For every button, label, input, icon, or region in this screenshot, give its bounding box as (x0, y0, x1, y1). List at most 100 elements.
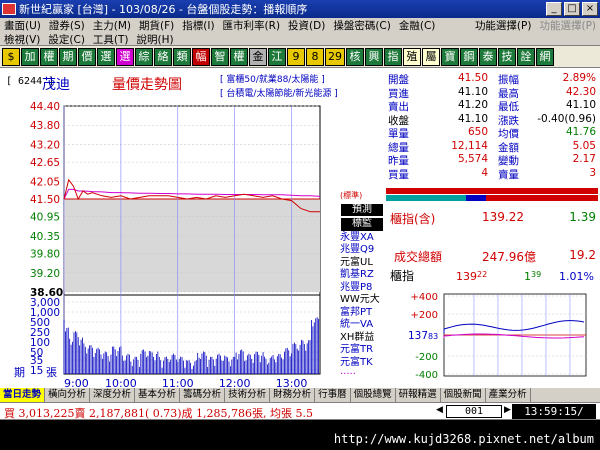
tab-10[interactable]: 個股新聞 (441, 388, 486, 402)
menu-item-9[interactable]: 功能選擇(P) (471, 18, 536, 33)
toolbar-button-9[interactable]: 類 (173, 47, 191, 66)
broker-item[interactable]: 凱基RZ (340, 269, 384, 282)
toolbar-button-17[interactable]: 29 (325, 47, 345, 66)
toolbar-button-20[interactable]: 指 (384, 47, 402, 66)
broker-item[interactable]: 元富TK (340, 357, 384, 370)
tab-11[interactable]: 產業分析 (486, 388, 531, 402)
menu2-item-1[interactable]: 設定(C) (44, 32, 89, 47)
broker-item[interactable]: ····· (340, 369, 384, 382)
tab-9[interactable]: 研報精選 (396, 388, 441, 402)
menu-item-8[interactable]: 金融(C) (395, 18, 440, 33)
toolbar-button-10[interactable]: 幅 (192, 47, 210, 66)
broker-item[interactable]: 元富TR (340, 344, 384, 357)
turnover-value: 247.96億 (482, 250, 536, 264)
toolbar-button-5[interactable]: 選 (97, 47, 115, 66)
menu-item-1[interactable]: 證券(S) (45, 18, 89, 33)
menu2-item-0[interactable]: 檢視(V) (0, 32, 44, 47)
page-number[interactable]: 001 (446, 405, 502, 418)
toolbar-button-22[interactable]: 屬 (422, 47, 440, 66)
quote-value: 41.10 (457, 85, 488, 98)
menu-item-2[interactable]: 主力(M) (89, 18, 135, 33)
toolbar-button-14[interactable]: 江 (268, 47, 286, 66)
toolbar-button-21[interactable]: 殖 (403, 47, 421, 66)
tab-6[interactable]: 財務分析 (270, 388, 316, 402)
toolbar-button-25[interactable]: 泰 (479, 47, 497, 66)
otc-index-change: 1.39 (569, 210, 596, 224)
stock-name[interactable]: 茂迪 (42, 74, 70, 94)
menu2-item-3[interactable]: 說明(H) (133, 32, 178, 47)
price-volume-chart[interactable]: 44.40 43.80 43.20 42.65 42.05 41.50 40.95 40.35… (2, 102, 384, 388)
minimize-button[interactable]: _ (546, 2, 562, 16)
toolbar-button-8[interactable]: 絡 (154, 47, 172, 66)
sector-tags-2[interactable]: [ 台積電/太陽節能/新光能源 ] (220, 86, 338, 99)
below-ref-fill (64, 199, 320, 292)
toolbar-button-2[interactable]: 權 (40, 47, 58, 66)
toolbar-button-13[interactable]: 金 (249, 47, 267, 66)
toolbar-button-15[interactable]: 9 (287, 47, 305, 66)
maximize-button[interactable]: □ (564, 2, 580, 16)
toolbar-button-6[interactable]: 選 (116, 47, 134, 66)
quote-row: 收盤 41.10 漲跌 -0.40(0.96) (388, 113, 596, 127)
tab-2[interactable]: 深度分析 (90, 388, 136, 402)
menu-item-7[interactable]: 操盤密碼(C) (329, 18, 395, 33)
toolbar-button-0[interactable]: $ (2, 47, 20, 66)
broker-item[interactable]: 統一VA (340, 319, 384, 332)
price-tick-label: 40.35 (30, 231, 60, 243)
quote-value: 41.76 (565, 126, 596, 138)
volume-tick-label: 15 (30, 365, 43, 377)
close-button[interactable]: × (582, 2, 598, 16)
quote-value: 42.30 (565, 85, 596, 98)
page-left-icon[interactable]: ◀ (436, 405, 443, 415)
menu-item-0[interactable]: 畫面(U) (0, 18, 45, 33)
broker-item[interactable]: XH群益 (340, 332, 384, 345)
toolbar-button-4[interactable]: 價 (78, 47, 96, 66)
bid-ask-bar (386, 188, 598, 201)
tab-4[interactable]: 籌碼分析 (180, 388, 226, 402)
turnover-label: 成交總額 (394, 250, 443, 264)
toolbar-button-11[interactable]: 智 (211, 47, 229, 66)
menu-item-10[interactable]: 功能選擇(P) (535, 18, 600, 33)
price-tick-label: 42.65 (30, 157, 60, 169)
broker-item[interactable]: 元富UL (340, 257, 384, 270)
menu-item-3[interactable]: 期貨(F) (135, 18, 178, 33)
broker-item[interactable]: WW元大 (340, 294, 384, 307)
page-right-icon[interactable]: ▶ (504, 405, 511, 415)
tab-3[interactable]: 基本分析 (135, 388, 181, 402)
monitor-box[interactable]: 標監 (340, 217, 384, 232)
toolbar-button-1[interactable]: 加 (21, 47, 39, 66)
tab-8[interactable]: 個股總覽 (351, 388, 396, 402)
otc-index-mini-chart[interactable]: 櫃指 13922 139 1.01%+400+200-200-40013783 (386, 268, 598, 388)
tab-7[interactable]: 行事曆 (315, 388, 351, 402)
tab-5[interactable]: 技術分析 (225, 388, 271, 402)
menu2-item-2[interactable]: 工具(T) (89, 32, 133, 47)
quote-row: 總量 12,114 金額 5.05 (388, 140, 596, 154)
forecast-box[interactable]: 預測 (340, 202, 384, 217)
toolbar-button-18[interactable]: 核 (346, 47, 364, 66)
menu-item-4[interactable]: 指標(I) (178, 18, 218, 33)
tab-1[interactable]: 橫向分析 (45, 388, 91, 402)
menu-item-5[interactable]: 匯市利率(R) (219, 18, 285, 33)
broker-item[interactable]: 永豐XA (340, 232, 384, 245)
sector-tags-1[interactable]: [ 富櫃50/就業88/太陽能 ] (220, 72, 325, 85)
toolbar-button-16[interactable]: 8 (306, 47, 324, 66)
toolbar-button-26[interactable]: 技 (498, 47, 516, 66)
toolbar-button-7[interactable]: 綜 (135, 47, 153, 66)
mini-base-frac: 83 (428, 332, 438, 341)
toolbar-button-23[interactable]: 寶 (441, 47, 459, 66)
menu-item-6[interactable]: 投資(D) (284, 18, 329, 33)
toolbar-button-27[interactable]: 詮 (517, 47, 535, 66)
toolbar-button-3[interactable]: 期 (59, 47, 77, 66)
mini-index-change-int: 1 (524, 270, 531, 283)
price-tick-label: 42.05 (30, 176, 60, 188)
broker-item[interactable]: 兆豐P8 (340, 282, 384, 295)
broker-item[interactable]: 兆豐Q9 (340, 244, 384, 257)
toolbar-button-24[interactable]: 鋼 (460, 47, 478, 66)
toolbar-button-28[interactable]: 網 (536, 47, 554, 66)
ask-bar-cyan (386, 195, 466, 201)
toolbar-button-19[interactable]: 興 (365, 47, 383, 66)
tab-0[interactable]: 當日走勢 (0, 388, 46, 402)
toolbar-button-12[interactable]: 權 (230, 47, 248, 66)
mini-index-label: 櫃指 (390, 268, 414, 283)
broker-item[interactable]: 富邦PT (340, 307, 384, 320)
price-tick-label: 40.95 (30, 212, 60, 224)
